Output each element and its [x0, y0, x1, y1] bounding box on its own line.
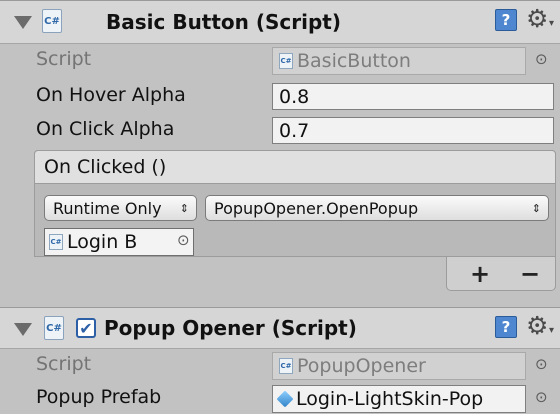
object-picker-icon[interactable]: ⊙	[535, 355, 548, 373]
script-label: Script	[36, 48, 92, 70]
on-click-alpha-field[interactable]: 0.7	[272, 117, 554, 144]
event-target-object-field[interactable]: C# Login B	[44, 228, 194, 256]
object-picker-icon[interactable]: ⊙	[177, 231, 190, 249]
runtime-option-value: Runtime Only	[53, 198, 162, 218]
function-dropdown[interactable]: PopupOpener.OpenPopup ⇕	[205, 195, 549, 221]
on-hover-alpha-field[interactable]: 0.8	[272, 83, 554, 110]
script-field[interactable]: C# PopupOpener	[272, 352, 526, 380]
on-hover-alpha-label: On Hover Alpha	[36, 84, 186, 106]
function-value: PopupOpener.OpenPopup	[214, 198, 419, 218]
runtime-only-dropdown[interactable]: Runtime Only ⇕	[44, 195, 197, 221]
gear-icon[interactable]: ⚙	[526, 6, 548, 31]
gear-menu-caret-icon[interactable]: ▾	[549, 18, 554, 29]
script-value: BasicButton	[297, 50, 411, 72]
dropdown-arrows-icon: ⇕	[179, 201, 189, 215]
script-value: PopupOpener	[297, 355, 426, 377]
on-click-alpha-value: 0.7	[279, 119, 310, 142]
gear-menu-caret-icon[interactable]: ▾	[549, 325, 554, 336]
script-label: Script	[36, 353, 92, 375]
csharp-script-icon: C#	[279, 53, 293, 69]
event-title: On Clicked ()	[44, 156, 167, 178]
csharp-script-icon: C#	[279, 358, 293, 374]
event-target-value: Login B	[67, 231, 138, 253]
on-hover-alpha-value: 0.8	[279, 85, 310, 108]
csharp-script-icon: C#	[44, 316, 64, 340]
component-title: Basic Button (Script)	[106, 10, 341, 34]
popup-prefab-field[interactable]: Login-LightSkin-Pop	[272, 385, 526, 413]
popup-prefab-label: Popup Prefab	[36, 386, 162, 408]
object-picker-icon[interactable]: ⊙	[535, 388, 548, 406]
csharp-script-icon: C#	[42, 9, 62, 33]
on-click-alpha-label: On Click Alpha	[36, 118, 175, 140]
component-title: Popup Opener (Script)	[104, 316, 357, 340]
gear-icon[interactable]: ⚙	[526, 313, 548, 338]
on-clicked-event-header: On Clicked ()	[34, 150, 556, 184]
csharp-script-icon: C#	[49, 234, 63, 250]
prefab-cube-icon	[276, 390, 294, 408]
script-field[interactable]: C# BasicButton	[272, 47, 526, 75]
foldout-arrow-icon[interactable]	[14, 323, 32, 336]
help-icon[interactable]: ?	[495, 316, 517, 338]
popup-prefab-value: Login-LightSkin-Pop	[296, 388, 484, 410]
dropdown-arrows-icon: ⇕	[531, 201, 541, 215]
help-icon[interactable]: ?	[495, 9, 517, 31]
foldout-arrow-icon[interactable]	[14, 16, 32, 29]
object-picker-icon[interactable]: ⊙	[535, 50, 548, 68]
add-listener-button[interactable]: +	[470, 260, 490, 288]
remove-listener-button[interactable]: −	[520, 260, 540, 288]
enabled-checkbox[interactable]: ✔	[76, 318, 96, 338]
